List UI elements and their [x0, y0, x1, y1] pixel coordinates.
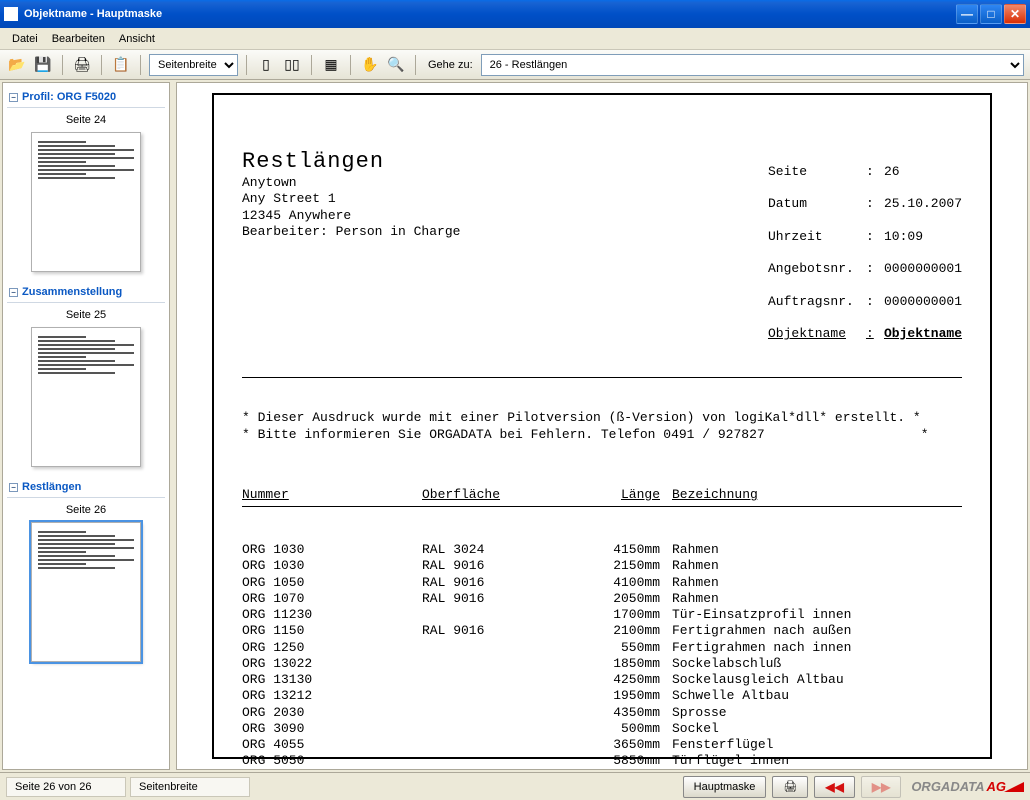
copy-icon[interactable]: 📋: [110, 54, 132, 76]
status-page-info: Seite 26 von 26: [6, 777, 126, 797]
open-icon[interactable]: 📂: [6, 54, 28, 76]
grid-icon[interactable]: ▦: [320, 54, 342, 76]
table-row: ORG 132121950mmSchwelle Altbau: [242, 688, 962, 704]
page-thumbnail[interactable]: [31, 132, 141, 272]
notes: * Dieser Ausdruck wurde mit einer Pilotv…: [242, 410, 962, 443]
table-row: ORG 20304350mmSprosse: [242, 705, 962, 721]
table-row: ORG 131304250mmSockelausgleich Altbau: [242, 672, 962, 688]
table-row: ORG 70024800mmGlasleiste: [242, 770, 962, 771]
table-header: NummerOberflächeLängeBezeichnung: [242, 487, 962, 506]
hand-tool-icon[interactable]: ✋: [359, 54, 381, 76]
table-row: ORG 112301700mmTür-Einsatzprofil innen: [242, 607, 962, 623]
table-row: ORG 1050RAL 90164100mmRahmen: [242, 575, 962, 591]
sidebar-section-label: Profil: ORG F5020: [22, 91, 116, 103]
sidebar-section-title[interactable]: − Zusammenstellung: [7, 282, 165, 303]
page-label: Seite 26: [7, 504, 165, 516]
close-button[interactable]: ✕: [1004, 4, 1026, 24]
collapse-icon[interactable]: −: [9, 93, 18, 102]
save-icon[interactable]: 💾: [32, 54, 54, 76]
doc-title: Restlängen: [242, 148, 768, 176]
toolbar: 📂 💾 🖨 📋 Seitenbreite ▯ ▯▯ ▦ ✋ 🔍 Gehe zu:…: [0, 50, 1030, 80]
page-label: Seite 25: [7, 309, 165, 321]
table-row: ORG 1030RAL 30244150mmRahmen: [242, 542, 962, 558]
table-row: ORG 1150RAL 90162100mmFertigrahmen nach …: [242, 623, 962, 639]
sidebar-section-title[interactable]: − Restlängen: [7, 477, 165, 498]
table-body: ORG 1030RAL 30244150mmRahmenORG 1030RAL …: [242, 542, 962, 770]
print-button[interactable]: 🖨: [772, 776, 808, 798]
single-page-icon[interactable]: ▯: [255, 54, 277, 76]
table-row: ORG 1030RAL 90162150mmRahmen: [242, 558, 962, 574]
minimize-button[interactable]: —: [956, 4, 978, 24]
title-bar: Objektname - Hauptmaske — □ ✕: [0, 0, 1030, 28]
table-row: ORG 3090500mmSockel: [242, 721, 962, 737]
meta-block: Seite:26 Datum:25.10.2007 Uhrzeit:10:09 …: [768, 148, 962, 343]
next-page-button: ▶▶: [861, 776, 901, 798]
brand-logo: ORGADATA AG: [911, 779, 1024, 794]
print-icon[interactable]: 🖨: [71, 54, 93, 76]
collapse-icon[interactable]: −: [9, 483, 18, 492]
menu-bar: Datei Bearbeiten Ansicht: [0, 28, 1030, 50]
table-row: ORG 130221850mmSockelabschluß: [242, 656, 962, 672]
page-thumbnail[interactable]: [31, 522, 141, 662]
menu-file[interactable]: Datei: [6, 31, 44, 47]
thumbnail-sidebar[interactable]: − Profil: ORG F5020 Seite 24 − Zusammens…: [2, 82, 170, 770]
maximize-button[interactable]: □: [980, 4, 1002, 24]
page-thumbnail[interactable]: [31, 327, 141, 467]
status-bar: Seite 26 von 26 Seitenbreite Hauptmaske …: [0, 772, 1030, 800]
menu-view[interactable]: Ansicht: [113, 31, 161, 47]
page-label: Seite 24: [7, 114, 165, 126]
sidebar-section-title[interactable]: − Profil: ORG F5020: [7, 87, 165, 108]
sidebar-section-label: Zusammenstellung: [22, 286, 122, 298]
document-view[interactable]: RestlängenAnytownAny Street 112345 Anywh…: [176, 82, 1028, 770]
two-page-icon[interactable]: ▯▯: [281, 54, 303, 76]
page: RestlängenAnytownAny Street 112345 Anywh…: [212, 93, 992, 759]
status-zoom-info: Seitenbreite: [130, 777, 250, 797]
table-row: ORG 50505850mmTürflügel innen: [242, 753, 962, 769]
hauptmaske-button[interactable]: Hauptmaske: [683, 776, 767, 798]
zoom-mode-select[interactable]: Seitenbreite: [149, 54, 238, 76]
prev-page-button[interactable]: ◀◀: [814, 776, 854, 798]
zoom-tool-icon[interactable]: 🔍: [385, 54, 407, 76]
sidebar-section-label: Restlängen: [22, 481, 81, 493]
table-row: ORG 40553650mmFensterflügel: [242, 737, 962, 753]
collapse-icon[interactable]: −: [9, 288, 18, 297]
app-icon: [4, 7, 18, 21]
menu-edit[interactable]: Bearbeiten: [46, 31, 111, 47]
goto-label: Gehe zu:: [424, 59, 477, 71]
window-title: Objektname - Hauptmaske: [24, 8, 956, 20]
swoosh-icon: [1004, 782, 1024, 792]
goto-select[interactable]: 26 - Restlängen: [481, 54, 1024, 76]
table-row: ORG 1070RAL 90162050mmRahmen: [242, 591, 962, 607]
table-row: ORG 1250550mmFertigrahmen nach innen: [242, 640, 962, 656]
